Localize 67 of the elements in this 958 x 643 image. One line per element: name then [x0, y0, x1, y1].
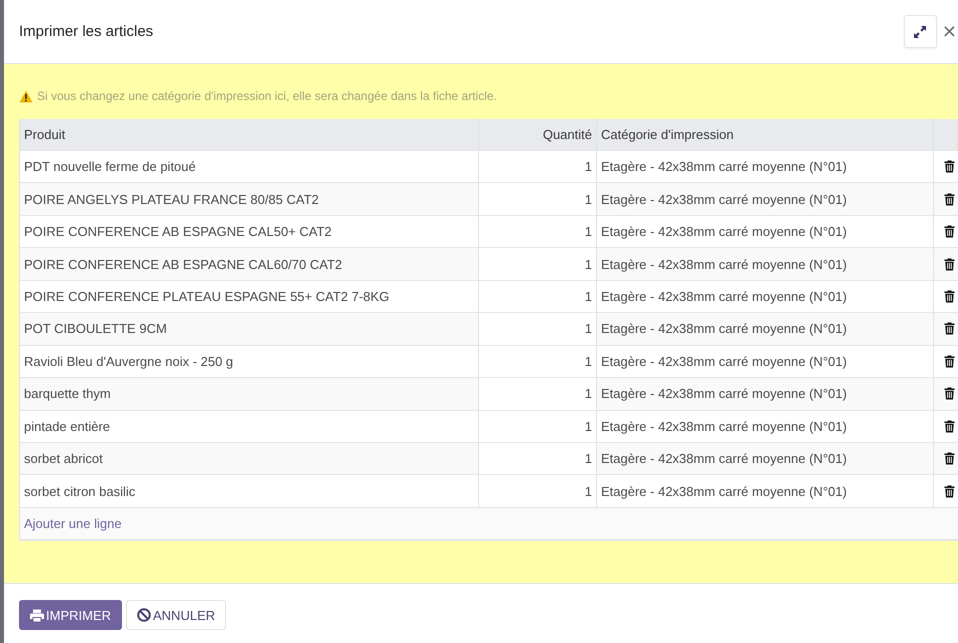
quantity-value: 1 [478, 474, 596, 508]
delete-row-button[interactable] [944, 387, 955, 400]
trash-icon [944, 160, 955, 174]
expand-button[interactable] [904, 15, 937, 48]
trash-icon [944, 354, 955, 368]
dialog-title: Imprimer les articles [19, 23, 154, 40]
print-category: Etagère - 42x38mm carré moyenne (N°01) [596, 248, 934, 280]
quantity-value: 1 [478, 182, 596, 216]
product-name: POIRE ANGELYS PLATEAU FRANCE 80/85 CAT2 [20, 182, 478, 216]
product-name: barquette thym [20, 378, 478, 410]
table-row[interactable]: POT CIBOULETTE 9CM 1 Etagère - 42x38mm carré moyenne (N°01) [20, 312, 958, 346]
trash-icon [944, 225, 955, 238]
print-category: Etagère - 42x38mm carré moyenne (N°01) [596, 474, 934, 508]
delete-row-button[interactable] [944, 258, 955, 271]
delete-row-button[interactable] [944, 484, 955, 498]
trash-icon [944, 387, 955, 400]
quantity-value: 1 [478, 378, 596, 410]
delete-row-button[interactable] [944, 192, 955, 206]
delete-row-button[interactable] [944, 290, 955, 303]
quantity-value: 1 [478, 215, 596, 248]
table-row[interactable]: sorbet citron basilic 1 Etagère - 42x38mm carré moyenne (N°01) [20, 474, 958, 508]
product-name: sorbet citron basilic [20, 474, 478, 508]
close-button[interactable]: × [942, 22, 958, 40]
print-category: Etagère - 42x38mm carré moyenne (N°01) [596, 312, 934, 346]
trash-icon [944, 420, 955, 433]
quantity-value: 1 [478, 442, 596, 475]
quantity-value: 1 [478, 280, 596, 313]
quantity-value: 1 [478, 410, 596, 442]
quantity-value: 1 [478, 345, 596, 378]
cancel-button[interactable]: ANNULER [126, 600, 226, 630]
table-row[interactable]: Ravioli Bleu d'Auvergne noix - 250 g 1 Etagère - 42x38mm carré moyenne (N°01) [20, 345, 958, 378]
quantity-value: 1 [478, 248, 596, 280]
print-category: Etagère - 42x38mm carré moyenne (N°01) [596, 378, 934, 410]
table-row[interactable]: barquette thym 1 Etagère - 42x38mm carré moyenne (N°01) [20, 378, 958, 410]
quantity-value: 1 [478, 312, 596, 346]
trash-icon [944, 258, 955, 271]
table-row[interactable]: sorbet abricot 1 Etagère - 42x38mm carré moyenne (N°01) [20, 442, 958, 475]
product-name: pintade entière [20, 410, 478, 442]
product-name: POIRE CONFERENCE AB ESPAGNE CAL60/70 CAT2 [20, 248, 478, 280]
table-row[interactable]: POIRE CONFERENCE AB ESPAGNE CAL50+ CAT2 1 Etagère - 42x38mm carré moyenne (N°01) [20, 215, 958, 248]
trash-icon [944, 322, 955, 336]
delete-row-button[interactable] [944, 160, 955, 174]
delete-row-button[interactable] [944, 420, 955, 433]
expand-icon [914, 26, 926, 38]
delete-row-button[interactable] [944, 225, 955, 238]
add-line-link[interactable]: Ajouter une ligne [24, 516, 122, 531]
product-name: POT CIBOULETTE 9CM [20, 312, 478, 346]
table-row[interactable]: POIRE CONFERENCE AB ESPAGNE CAL60/70 CAT2 1 Etagère - 42x38mm carré moyenne (N°01) [20, 248, 958, 280]
delete-row-button[interactable] [944, 452, 955, 466]
delete-row-button[interactable] [944, 354, 955, 368]
print-category: Etagère - 42x38mm carré moyenne (N°01) [596, 182, 934, 216]
warning-icon [19, 90, 33, 103]
delete-row-button[interactable] [944, 322, 955, 336]
table-row[interactable]: POIRE ANGELYS PLATEAU FRANCE 80/85 CAT2 1 Etagère - 42x38mm carré moyenne (N°01) [20, 182, 958, 216]
table-row[interactable]: POIRE CONFERENCE PLATEAU ESPAGNE 55+ CAT2 7-8KG 1 Etagère - 42x38mm carré moyenne (N°01) [20, 280, 958, 313]
print-button[interactable]: IMPRIMER [19, 600, 122, 630]
trash-icon [944, 452, 955, 466]
printer-icon [30, 608, 44, 622]
trash-icon [944, 484, 955, 498]
trash-icon [944, 290, 955, 303]
table-row[interactable]: PDT nouvelle ferme de pitoué 1 Etagère - 42x38mm carré moyenne (N°01) [20, 150, 958, 183]
trash-icon [944, 192, 955, 206]
quantity-value: 1 [478, 150, 596, 183]
ban-icon [137, 608, 151, 622]
print-category: Etagère - 42x38mm carré moyenne (N°01) [596, 410, 934, 442]
table-row[interactable]: pintade entière 1 Etagère - 42x38mm carré moyenne (N°01) [20, 410, 958, 442]
notice-text: Si vous changez une catégorie d'impression ici, elle sera changée dans la fiche article. [37, 88, 497, 105]
